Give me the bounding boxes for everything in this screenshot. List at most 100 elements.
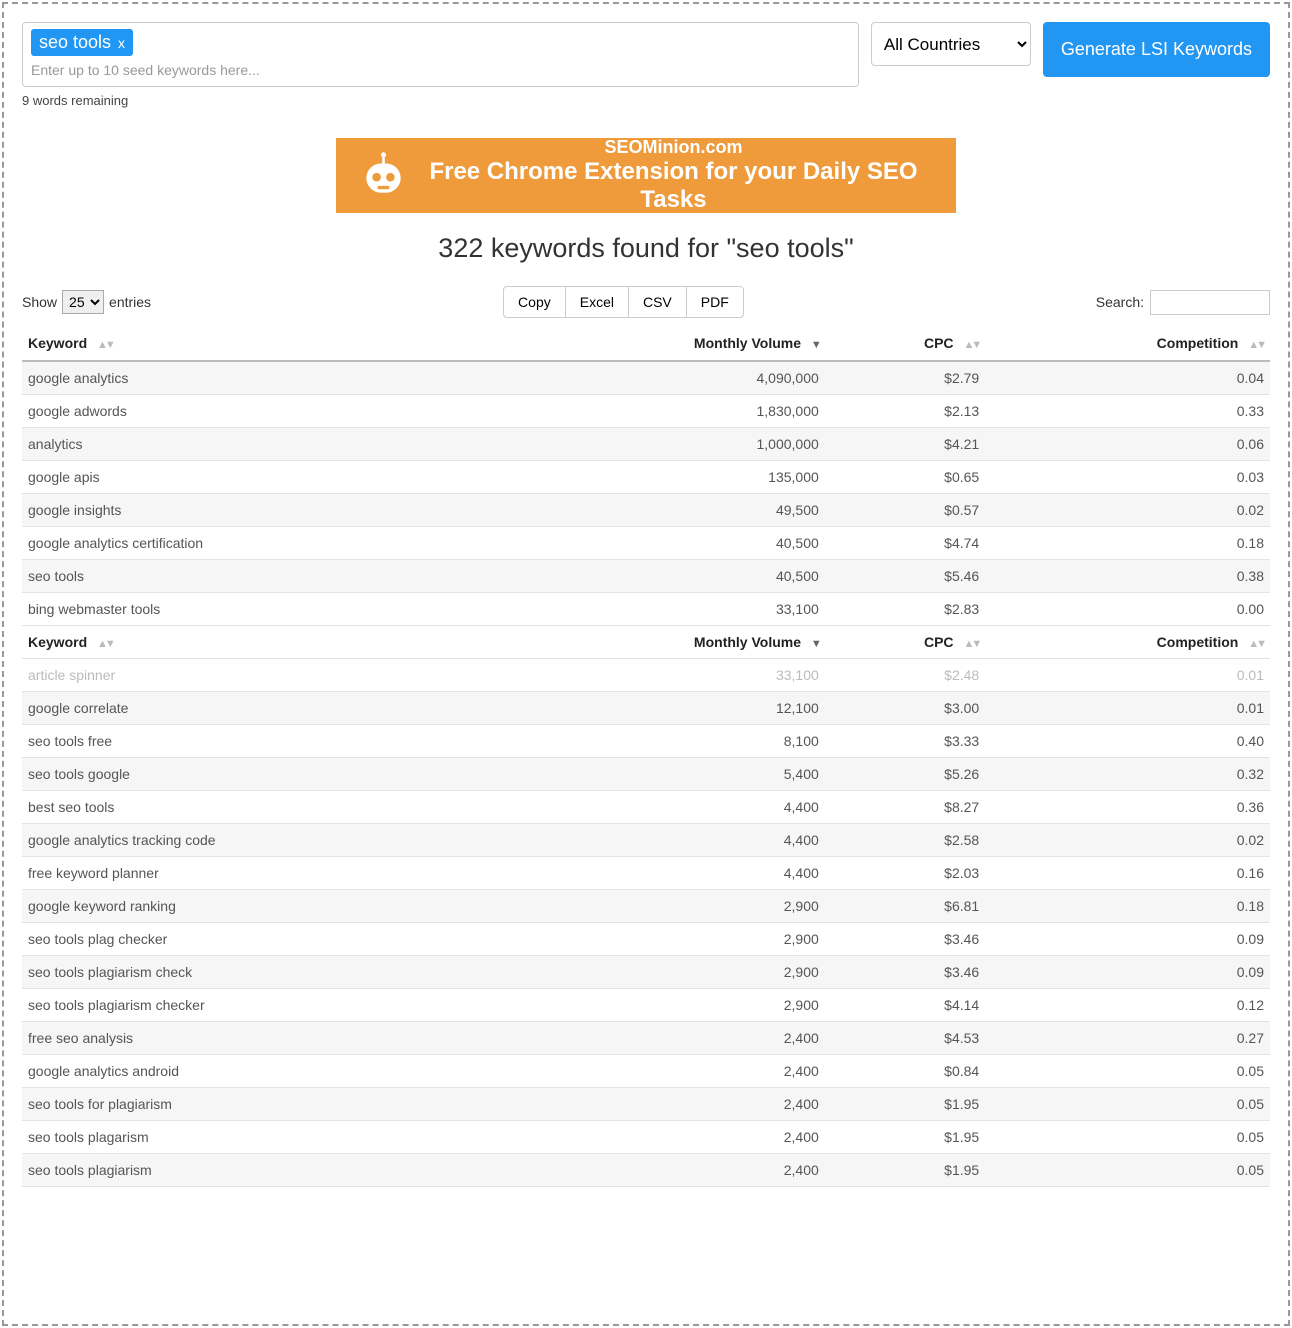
cell-volume: 1,830,000 xyxy=(498,395,825,428)
col-competition[interactable]: Competition ▲▼ xyxy=(985,626,1270,659)
table-row[interactable]: analytics1,000,000$4.210.06 xyxy=(22,428,1270,461)
cell-competition: 0.00 xyxy=(985,593,1270,626)
col-competition[interactable]: Competition ▲▼ xyxy=(985,326,1270,361)
cell-cpc: $5.46 xyxy=(825,560,985,593)
col-volume[interactable]: Monthly Volume ▼ xyxy=(498,626,825,659)
cell-cpc: $4.21 xyxy=(825,428,985,461)
cell-competition: 0.01 xyxy=(985,659,1270,692)
cell-keyword: google analytics xyxy=(22,361,498,395)
cell-cpc: $2.58 xyxy=(825,824,985,857)
table-row[interactable]: google keyword ranking2,900$6.810.18 xyxy=(22,890,1270,923)
table-body: google analytics4,090,000$2.790.04google… xyxy=(22,361,1270,1187)
pdf-button[interactable]: PDF xyxy=(686,286,744,318)
cell-competition: 0.02 xyxy=(985,494,1270,527)
cell-volume: 4,400 xyxy=(498,791,825,824)
cell-competition: 0.36 xyxy=(985,791,1270,824)
table-row[interactable]: google analytics tracking code4,400$2.58… xyxy=(22,824,1270,857)
table-row[interactable]: seo tools for plagiarism2,400$1.950.05 xyxy=(22,1088,1270,1121)
table-head-repeat: Keyword ▲▼Monthly Volume ▼CPC ▲▼Competit… xyxy=(22,626,1270,659)
table-row[interactable]: google correlate12,100$3.000.01 xyxy=(22,692,1270,725)
cell-cpc: $3.33 xyxy=(825,725,985,758)
copy-button[interactable]: Copy xyxy=(503,286,566,318)
show-entries: Show 25 entries xyxy=(22,290,151,314)
table-row[interactable]: google adwords1,830,000$2.130.33 xyxy=(22,395,1270,428)
table-row[interactable]: best seo tools4,400$8.270.36 xyxy=(22,791,1270,824)
results-heading: 322 keywords found for "seo tools" xyxy=(22,233,1270,264)
entries-select[interactable]: 25 xyxy=(62,290,104,314)
cell-volume: 135,000 xyxy=(498,461,825,494)
csv-button[interactable]: CSV xyxy=(628,286,687,318)
cell-keyword: seo tools free xyxy=(22,725,498,758)
cell-competition: 0.27 xyxy=(985,1022,1270,1055)
table-row[interactable]: seo tools plag checker2,900$3.460.09 xyxy=(22,923,1270,956)
table-row[interactable]: seo tools google5,400$5.260.32 xyxy=(22,758,1270,791)
table-row[interactable]: seo tools plagiarism check2,900$3.460.09 xyxy=(22,956,1270,989)
cell-cpc: $6.81 xyxy=(825,890,985,923)
cell-competition: 0.03 xyxy=(985,461,1270,494)
table-row[interactable]: bing webmaster tools33,100$2.830.00 xyxy=(22,593,1270,626)
cell-keyword: free seo analysis xyxy=(22,1022,498,1055)
cell-cpc: $4.74 xyxy=(825,527,985,560)
remove-chip-icon[interactable]: x xyxy=(118,36,125,50)
cell-competition: 0.18 xyxy=(985,527,1270,560)
cell-volume: 33,100 xyxy=(498,659,825,692)
excel-button[interactable]: Excel xyxy=(565,286,629,318)
table-row[interactable]: free seo analysis2,400$4.530.27 xyxy=(22,1022,1270,1055)
top-controls: seo tools x All Countries Generate LSI K… xyxy=(22,22,1270,87)
table-row[interactable]: seo tools plagiarism checker2,900$4.140.… xyxy=(22,989,1270,1022)
table-row[interactable]: google insights49,500$0.570.02 xyxy=(22,494,1270,527)
results-table-wrap: Keyword ▲▼ Monthly Volume ▼ CPC ▲▼ Compe… xyxy=(22,326,1270,1187)
cell-keyword: google analytics tracking code xyxy=(22,824,498,857)
country-select[interactable]: All Countries xyxy=(871,22,1031,66)
cell-cpc: $1.95 xyxy=(825,1121,985,1154)
col-cpc[interactable]: CPC ▲▼ xyxy=(825,626,985,659)
cell-competition: 0.01 xyxy=(985,692,1270,725)
cell-volume: 2,400 xyxy=(498,1088,825,1121)
words-remaining: 9 words remaining xyxy=(22,93,1270,108)
col-cpc[interactable]: CPC ▲▼ xyxy=(825,326,985,361)
show-label-pre: Show xyxy=(22,294,57,310)
cell-cpc: $0.65 xyxy=(825,461,985,494)
table-row[interactable]: seo tools free8,100$3.330.40 xyxy=(22,725,1270,758)
table-row[interactable]: seo tools plagiarism2,400$1.950.05 xyxy=(22,1154,1270,1187)
cell-volume: 4,400 xyxy=(498,824,825,857)
col-keyword[interactable]: Keyword ▲▼ xyxy=(22,326,498,361)
cell-cpc: $3.46 xyxy=(825,956,985,989)
table-row[interactable]: google analytics4,090,000$2.790.04 xyxy=(22,361,1270,395)
cell-cpc: $2.13 xyxy=(825,395,985,428)
table-row[interactable]: google apis135,000$0.650.03 xyxy=(22,461,1270,494)
seed-keywords-box[interactable]: seo tools x xyxy=(22,22,859,87)
results-table: Keyword ▲▼ Monthly Volume ▼ CPC ▲▼ Compe… xyxy=(22,326,1270,1187)
seed-chip-label: seo tools xyxy=(39,32,111,53)
cell-competition: 0.32 xyxy=(985,758,1270,791)
cell-competition: 0.02 xyxy=(985,824,1270,857)
sort-desc-icon: ▼ xyxy=(811,339,819,351)
generate-button[interactable]: Generate LSI Keywords xyxy=(1043,22,1270,77)
table-row[interactable]: google analytics certification40,500$4.7… xyxy=(22,527,1270,560)
seed-input[interactable] xyxy=(31,62,850,78)
col-keyword[interactable]: Keyword ▲▼ xyxy=(22,626,498,659)
cell-keyword: bing webmaster tools xyxy=(22,593,498,626)
promo-banner[interactable]: SEOMinion.com Free Chrome Extension for … xyxy=(336,138,956,213)
cell-keyword: seo tools plag checker xyxy=(22,923,498,956)
cell-volume: 2,400 xyxy=(498,1154,825,1187)
table-row[interactable]: article spinner33,100$2.480.01 xyxy=(22,659,1270,692)
cell-volume: 5,400 xyxy=(498,758,825,791)
table-row[interactable]: google analytics android2,400$0.840.05 xyxy=(22,1055,1270,1088)
robot-icon xyxy=(356,148,411,203)
cell-competition: 0.33 xyxy=(985,395,1270,428)
cell-competition: 0.09 xyxy=(985,923,1270,956)
cell-competition: 0.12 xyxy=(985,989,1270,1022)
cell-competition: 0.16 xyxy=(985,857,1270,890)
sort-icon: ▲▼ xyxy=(963,339,979,351)
table-row[interactable]: free keyword planner4,400$2.030.16 xyxy=(22,857,1270,890)
cell-cpc: $0.57 xyxy=(825,494,985,527)
table-row[interactable]: seo tools40,500$5.460.38 xyxy=(22,560,1270,593)
search-input[interactable] xyxy=(1150,290,1270,315)
cell-volume: 2,900 xyxy=(498,956,825,989)
show-label-post: entries xyxy=(109,294,151,310)
table-row[interactable]: seo tools plagarism2,400$1.950.05 xyxy=(22,1121,1270,1154)
cell-keyword: seo tools plagiarism xyxy=(22,1154,498,1187)
col-volume[interactable]: Monthly Volume ▼ xyxy=(498,326,825,361)
cell-competition: 0.18 xyxy=(985,890,1270,923)
